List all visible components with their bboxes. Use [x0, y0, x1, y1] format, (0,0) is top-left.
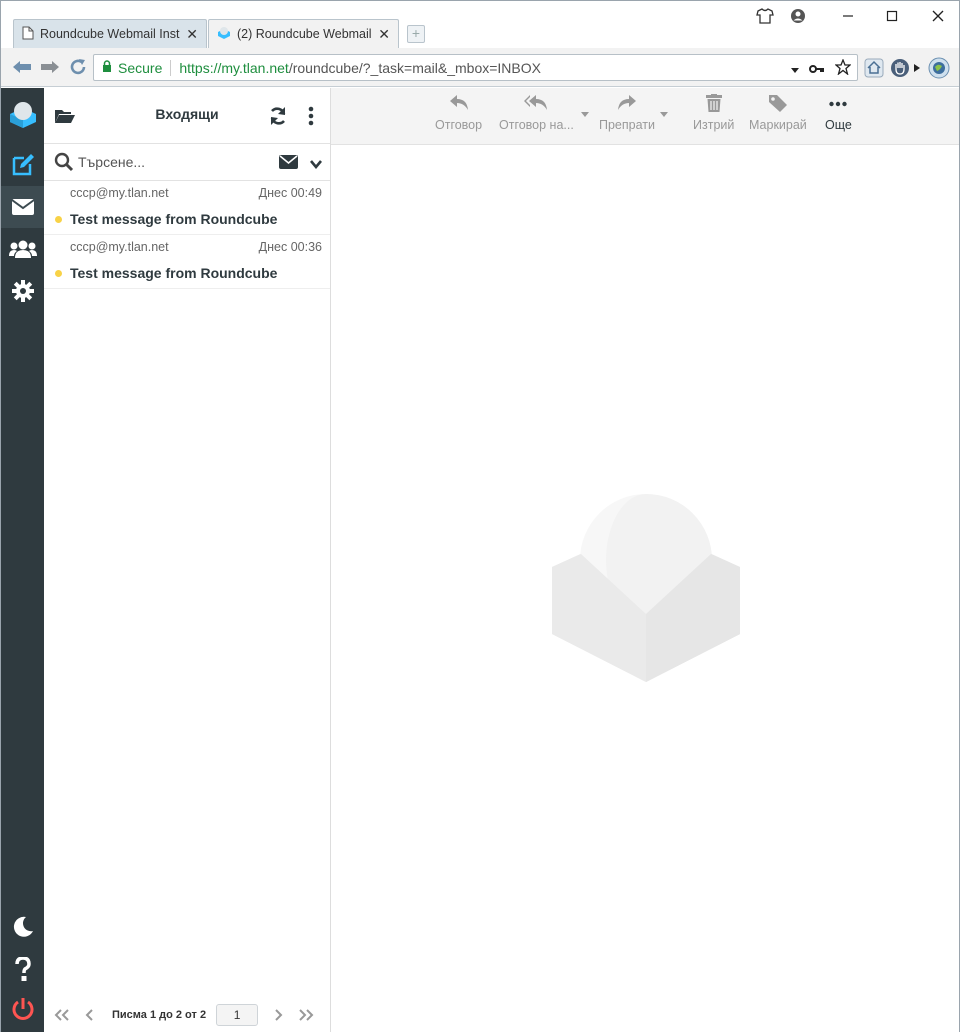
browser-tab-2[interactable]: (2) Roundcube Webmail ✕	[208, 19, 399, 48]
help-icon[interactable]	[1, 948, 44, 990]
mark-label: Маркирай	[749, 118, 807, 132]
message-from: cccp@my.tlan.net	[70, 186, 169, 200]
pager-count: Писма 1 до 2 от 2	[112, 1009, 207, 1021]
mail-icon[interactable]	[1, 186, 44, 228]
last-page-icon[interactable]	[292, 1004, 320, 1026]
reply-all-icon	[524, 94, 548, 115]
roundcube-app: Входящи Търсене... cccp@my.tlan.net Днес…	[1, 88, 959, 1032]
shirt-icon[interactable]	[753, 1, 777, 31]
unread-dot-icon[interactable]	[55, 216, 62, 223]
search-icon[interactable]	[54, 152, 74, 175]
url-host: https://my.tlan.net	[179, 59, 289, 76]
taskbar	[1, 88, 44, 1032]
roundcube-favicon-icon	[217, 26, 231, 43]
back-arrow-icon[interactable]	[11, 56, 33, 78]
omnibox-divider	[170, 59, 172, 76]
list-header: Входящи	[44, 88, 330, 144]
dropdown-caret-icon[interactable]	[791, 61, 799, 77]
chevron-down-icon[interactable]	[310, 157, 322, 172]
reply-button[interactable]: Отговор	[435, 94, 482, 140]
previous-page-icon[interactable]	[76, 1004, 104, 1026]
next-page-icon[interactable]	[264, 1004, 292, 1026]
mark-button[interactable]: Маркирай	[749, 94, 807, 140]
forward-icon	[617, 94, 637, 115]
star-icon[interactable]	[834, 58, 852, 78]
close-icon[interactable]: ✕	[186, 26, 198, 43]
browser-window: Roundcube Webmail Inst ✕ (2) Roundcube W…	[0, 0, 960, 1032]
message-toolbar: Отговор Отговор на... Препрати Изтрий Ма…	[331, 88, 959, 145]
tag-icon	[768, 94, 788, 115]
reply-all-button[interactable]: Отговор на...	[499, 94, 574, 140]
envelope-icon[interactable]	[279, 155, 298, 172]
delete-button[interactable]: Изтрий	[693, 94, 734, 140]
message-row[interactable]: cccp@my.tlan.net Днес 00:49 Test message…	[44, 181, 330, 235]
reply-all-dropdown-icon[interactable]	[581, 112, 589, 117]
delete-label: Изтрий	[693, 118, 735, 132]
secure-indicator[interactable]: Secure	[102, 60, 162, 76]
reply-all-label: Отговор на...	[499, 118, 574, 132]
more-button[interactable]: Още	[825, 94, 852, 140]
search-bar	[44, 144, 330, 181]
compose-icon[interactable]	[1, 144, 44, 186]
reply-label: Отговор	[435, 118, 483, 132]
refresh-icon[interactable]	[266, 105, 290, 127]
roundcube-watermark-logo	[551, 494, 741, 687]
message-date: Днес 00:49	[258, 186, 322, 200]
message-subject: Test message from Roundcube	[70, 265, 278, 281]
first-page-icon[interactable]	[48, 1004, 76, 1026]
contacts-icon[interactable]	[1, 228, 44, 270]
tab-title: (2) Roundcube Webmail	[237, 27, 372, 41]
forward-label: Препрати	[599, 118, 655, 132]
more-vertical-icon[interactable]	[299, 105, 323, 127]
message-from: cccp@my.tlan.net	[70, 240, 169, 254]
trash-icon	[705, 94, 722, 115]
message-row[interactable]: cccp@my.tlan.net Днес 00:36 Test message…	[44, 235, 330, 289]
address-bar[interactable]: Secure https://my.tlan.net/roundcube/?_t…	[93, 54, 858, 81]
extension-arrow-icon[interactable]	[912, 57, 922, 79]
roundcube-logo-icon[interactable]	[1, 94, 44, 136]
message-list-pane: Входящи Търсене... cccp@my.tlan.net Днес…	[44, 88, 331, 1032]
message-date: Днес 00:36	[258, 240, 322, 254]
search-input[interactable]	[78, 152, 268, 172]
logout-power-icon[interactable]	[1, 988, 44, 1030]
moon-icon[interactable]	[1, 906, 44, 948]
browser-toolbar: Secure https://my.tlan.net/roundcube/?_t…	[1, 48, 959, 87]
new-tab-button[interactable]: +	[407, 25, 425, 43]
document-icon	[22, 26, 34, 43]
maximize-icon[interactable]	[877, 1, 907, 31]
forward-arrow-icon[interactable]	[39, 56, 61, 78]
profile-icon[interactable]	[786, 1, 810, 31]
url-path: /roundcube/?_task=mail&_mbox=INBOX	[288, 59, 541, 76]
forward-button[interactable]: Препрати	[599, 94, 655, 140]
unread-dot-icon[interactable]	[55, 270, 62, 277]
close-icon[interactable]: ✕	[378, 26, 390, 43]
browser-titlebar: Roundcube Webmail Inst ✕ (2) Roundcube W…	[1, 1, 959, 49]
reload-icon[interactable]	[67, 56, 89, 78]
globe-extension-icon[interactable]	[928, 57, 950, 79]
reply-icon	[449, 94, 469, 115]
browser-tab-1[interactable]: Roundcube Webmail Inst ✕	[13, 19, 207, 48]
tab-title: Roundcube Webmail Inst	[40, 27, 180, 41]
secure-label: Secure	[118, 59, 163, 76]
minimize-icon[interactable]	[833, 1, 863, 31]
page-number-input[interactable]: 1	[216, 1004, 259, 1026]
gear-icon[interactable]	[1, 270, 44, 312]
lock-icon	[102, 59, 112, 76]
close-window-icon[interactable]	[923, 1, 953, 31]
home-icon[interactable]	[863, 57, 885, 79]
list-pager: Писма 1 до 2 от 2 1	[44, 998, 330, 1032]
message-subject: Test message from Roundcube	[70, 211, 278, 227]
more-label: Още	[825, 118, 852, 132]
more-horizontal-icon	[829, 94, 848, 115]
forward-dropdown-icon[interactable]	[660, 112, 668, 117]
key-icon[interactable]	[809, 61, 825, 77]
hand-stop-icon[interactable]	[889, 57, 911, 79]
message-content-pane: Отговор Отговор на... Препрати Изтрий Ма…	[331, 88, 959, 1032]
